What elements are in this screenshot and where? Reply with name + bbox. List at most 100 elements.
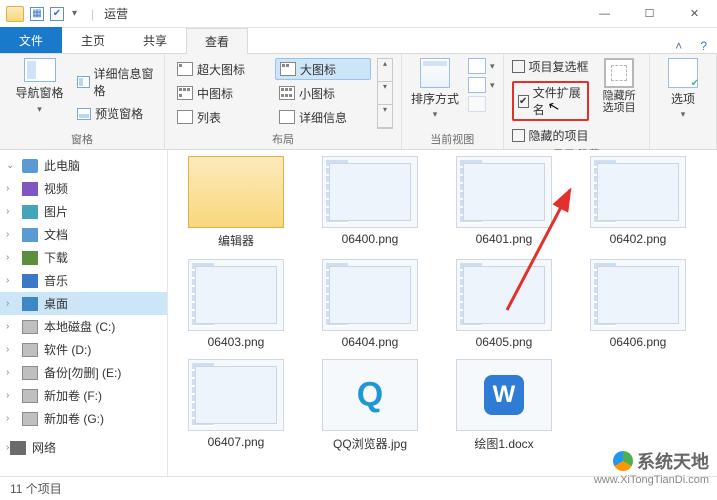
group-by-icon [468, 58, 486, 74]
nav-pane-button[interactable]: 导航窗格 ▾ [8, 58, 71, 115]
file-name: 06405.png [476, 335, 533, 349]
content-area: ⌄此电脑 ›视频 ›图片 ›文档 ›下载 ›音乐 ›桌面 ›本地磁盘 (C:) … [0, 150, 717, 476]
file-thumbnail [590, 259, 686, 331]
file-item[interactable]: 编辑器 [176, 156, 296, 249]
file-item[interactable]: 06406.png [578, 259, 698, 349]
file-name: 06400.png [342, 232, 399, 246]
tab-share[interactable]: 共享 [124, 27, 186, 53]
layout-small[interactable]: 小图标 [275, 82, 371, 104]
close-button[interactable]: ✕ [672, 0, 717, 28]
qat-properties[interactable]: ▦ [30, 7, 44, 21]
file-extensions-toggle[interactable]: ✔ 文件扩展名 [512, 81, 590, 121]
quick-access-toolbar: ▦ ✔ ▾ | [6, 6, 102, 22]
file-thumbnail [456, 156, 552, 228]
file-thumbnail [322, 156, 418, 228]
item-count: 11 个项目 [10, 480, 62, 497]
layout-list[interactable]: 列表 [173, 106, 269, 128]
tab-view[interactable]: 查看 [186, 28, 248, 54]
file-name: 06402.png [610, 232, 667, 246]
file-thumbnail [188, 259, 284, 331]
file-name: 编辑器 [218, 232, 254, 249]
checkbox-icon [512, 60, 525, 73]
group-by-button[interactable]: ▾ [468, 58, 495, 74]
qat-customize-icon[interactable]: ▾ [72, 8, 77, 19]
file-thumbnail [322, 359, 418, 431]
layout-medium[interactable]: 中图标 [173, 82, 269, 104]
tree-drive-e[interactable]: ›备份[勿删] (E:) [0, 361, 167, 384]
preview-pane-icon [77, 108, 91, 120]
file-item[interactable]: 06402.png [578, 156, 698, 249]
tree-network[interactable]: ›网络 [0, 436, 167, 459]
tree-documents[interactable]: ›文档 [0, 223, 167, 246]
checkbox-icon [512, 129, 525, 142]
tree-this-pc[interactable]: ⌄此电脑 [0, 154, 167, 177]
group-show-hide: 项目复选框 ✔ 文件扩展名 隐藏的项目 隐藏所选项目 显示/隐藏 [504, 54, 650, 149]
nav-pane-icon [24, 58, 56, 82]
tree-drive-d[interactable]: ›软件 (D:) [0, 338, 167, 361]
layout-extra-large[interactable]: 超大图标 [173, 58, 269, 80]
file-item[interactable]: 绘图1.docx [444, 359, 564, 452]
file-item[interactable]: 06401.png [444, 156, 564, 249]
checkbox-icon: ✔ [518, 95, 529, 108]
options-icon [668, 58, 698, 88]
group-current-view: 排序方式 ▾ ▾ ▾ 当前视图 [402, 54, 504, 149]
network-icon [10, 441, 26, 455]
window-title: 运营 [104, 5, 128, 22]
preview-pane-button[interactable]: 预览窗格 [77, 103, 156, 124]
tab-file[interactable]: 文件 [0, 27, 62, 53]
ribbon: 导航窗格 ▾ 详细信息窗格 预览窗格 窗格 超大图标 大图标 [0, 54, 717, 150]
layout-gallery-scroll[interactable]: ▴▾▾ [377, 58, 393, 129]
group-layout: 超大图标 大图标 中图标 小图标 列表 详细信息 ▴▾▾ 布局 [165, 54, 402, 149]
file-item[interactable]: 06407.png [176, 359, 296, 452]
layout-large[interactable]: 大图标 [275, 58, 371, 80]
qat-new-folder[interactable]: ✔ [50, 7, 64, 21]
sort-icon [420, 58, 450, 88]
file-name: 06404.png [342, 335, 399, 349]
tree-music[interactable]: ›音乐 [0, 269, 167, 292]
add-columns-button[interactable]: ▾ [468, 77, 495, 93]
tree-drive-g[interactable]: ›新加卷 (G:) [0, 407, 167, 430]
file-name: QQ浏览器.jpg [333, 435, 407, 452]
maximize-button[interactable]: ☐ [627, 0, 672, 28]
file-thumbnail [322, 259, 418, 331]
autosize-columns-button[interactable] [468, 96, 495, 112]
hide-selected-button[interactable]: 隐藏所选项目 [597, 58, 641, 144]
drive-icon [22, 343, 38, 357]
tree-drive-c[interactable]: ›本地磁盘 (C:) [0, 315, 167, 338]
details-pane-button[interactable]: 详细信息窗格 [77, 63, 156, 101]
file-item[interactable]: 06403.png [176, 259, 296, 349]
file-thumbnail [456, 359, 552, 431]
hidden-items-toggle[interactable]: 隐藏的项目 [512, 127, 590, 144]
drive-icon [22, 389, 38, 403]
layout-details[interactable]: 详细信息 [275, 106, 371, 128]
file-item[interactable]: QQ浏览器.jpg [310, 359, 430, 452]
chev-icon: ▾ [490, 61, 495, 72]
group-panes: 导航窗格 ▾ 详细信息窗格 预览窗格 窗格 [0, 54, 165, 149]
watermark-logo-icon [613, 451, 633, 471]
options-button[interactable]: 选项 ▾ [658, 58, 708, 133]
tree-downloads[interactable]: ›下载 [0, 246, 167, 269]
file-item[interactable]: 06404.png [310, 259, 430, 349]
item-checkboxes-toggle[interactable]: 项目复选框 [512, 58, 590, 75]
file-pane[interactable]: 编辑器 06400.png 06401.png 06402.png 06403.png 0… [168, 150, 717, 476]
sort-button[interactable]: 排序方式 ▾ [410, 58, 460, 129]
pictures-icon [22, 205, 38, 219]
tree-drive-f[interactable]: ›新加卷 (F:) [0, 384, 167, 407]
tree-videos[interactable]: ›视频 [0, 177, 167, 200]
drive-icon [22, 412, 38, 426]
tree-desktop[interactable]: ›桌面 [0, 292, 167, 315]
ribbon-minimize-icon[interactable]: ˄ [675, 39, 682, 53]
video-icon [22, 182, 38, 196]
file-thumbnail [188, 359, 284, 431]
file-name: 绘图1.docx [474, 435, 533, 452]
tree-pictures[interactable]: ›图片 [0, 200, 167, 223]
file-item[interactable]: 06405.png [444, 259, 564, 349]
minimize-button[interactable]: — [582, 0, 627, 28]
pc-icon [22, 159, 38, 173]
navigation-tree[interactable]: ⌄此电脑 ›视频 ›图片 ›文档 ›下载 ›音乐 ›桌面 ›本地磁盘 (C:) … [0, 150, 168, 476]
tab-home[interactable]: 主页 [62, 27, 124, 53]
help-icon[interactable]: ? [700, 39, 707, 53]
desktop-icon [22, 297, 38, 311]
file-item[interactable]: 06400.png [310, 156, 430, 249]
add-columns-icon [468, 77, 486, 93]
